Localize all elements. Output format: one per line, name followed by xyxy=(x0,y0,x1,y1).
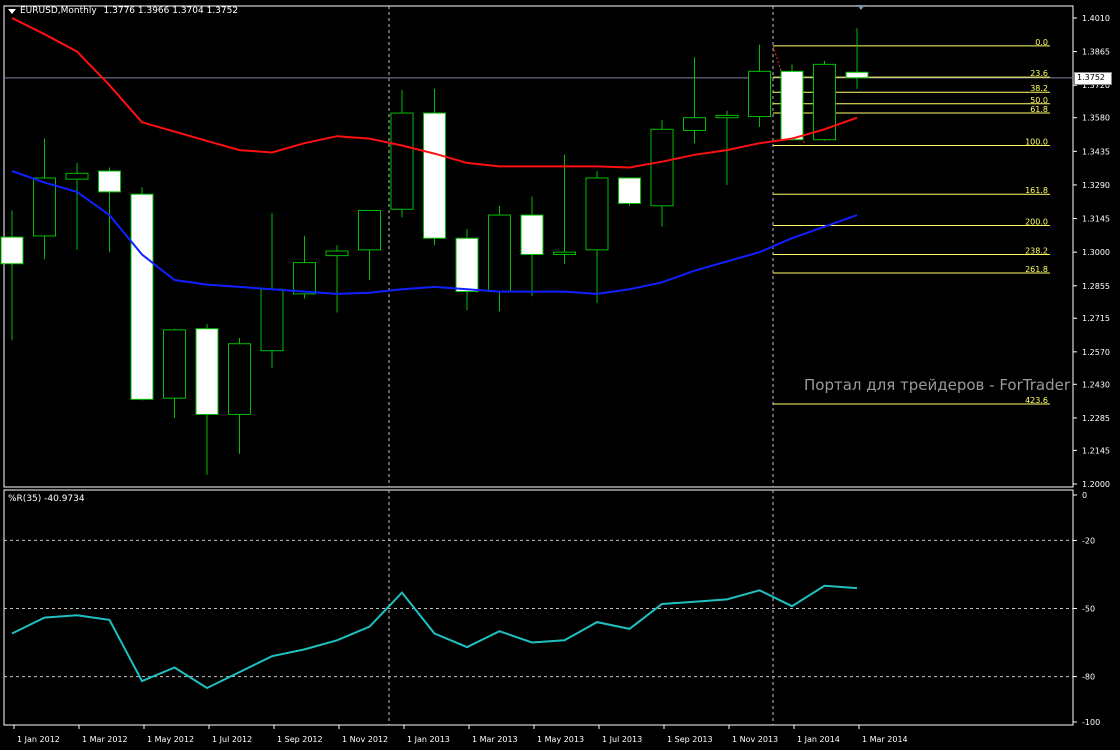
y-tick-label: 1.2570 xyxy=(1082,348,1110,357)
fib-level-label: 200.0 xyxy=(1025,217,1048,226)
fib-level-label: 100.0 xyxy=(1025,138,1048,147)
watermark: Портал для трейдеров - ForTrader.ru xyxy=(804,376,1070,394)
y-tick-label: 1.3865 xyxy=(1082,48,1110,57)
candle-body-bull xyxy=(358,209,381,251)
candle-body-bear xyxy=(780,70,804,141)
x-tick-label: 1 Jan 2012 xyxy=(17,735,60,744)
y-tick-label: 1.3290 xyxy=(1082,181,1110,190)
indicator-tick-label: 0 xyxy=(1082,491,1087,500)
y-tick-label: 1.2430 xyxy=(1082,380,1110,389)
y-tick-label: 1.3435 xyxy=(1082,147,1110,156)
fib-level-label: 423.6 xyxy=(1025,396,1048,405)
fib-level-label: 0.0 xyxy=(1035,38,1048,47)
candle-body-bear xyxy=(845,71,869,79)
fib-level-label: 238.2 xyxy=(1025,246,1048,255)
chart-window[interactable]: 1.4010 1.3865 1.3720 1.3580 1.3435 1.3290 1.31… xyxy=(0,0,1120,750)
fib-level-label: 261.8 xyxy=(1025,265,1048,274)
indicator-tick-label: -20 xyxy=(1082,536,1095,545)
candle-body-bull xyxy=(585,177,609,251)
williams-r-line xyxy=(11,584,858,690)
symbol-label: EURUSD,Monthly xyxy=(20,6,97,16)
indicator-panel-frame xyxy=(3,489,1074,726)
candle-body-bull xyxy=(748,70,771,118)
y-tick-label: 1.3580 xyxy=(1082,114,1110,123)
candle-body-bull xyxy=(228,343,251,415)
candle-body-bull xyxy=(260,288,284,352)
fib-level-label: 50.0 xyxy=(1030,96,1048,105)
candle-body-bull xyxy=(390,112,414,210)
candle-body-bear xyxy=(195,328,219,415)
y-tick-label: 1.2145 xyxy=(1082,446,1110,455)
x-tick-label: 1 Jan 2014 xyxy=(797,735,840,744)
candle-body-bull xyxy=(553,251,576,255)
x-tick-label: 1 Nov 2013 xyxy=(732,735,778,744)
current-price-tag-text: 1.3752 xyxy=(1077,73,1105,82)
y-tick-label: 1.2000 xyxy=(1082,480,1110,489)
indicator-tick-label: -50 xyxy=(1082,605,1095,614)
candle-body-bull xyxy=(715,114,739,119)
header-symbol: EURUSD,Monthly 1.3776 1.3966 1.3704 1.37… xyxy=(20,6,238,16)
candle-body-bull xyxy=(325,250,349,257)
y-tick-label: 1.2855 xyxy=(1082,282,1110,291)
candle-body-bull xyxy=(163,329,186,399)
fib-level-label: 38.2 xyxy=(1030,84,1048,93)
y-tick-label: 1.3145 xyxy=(1082,215,1110,224)
candle-body-bull xyxy=(683,117,706,131)
y-tick-label: 1.2715 xyxy=(1082,314,1110,323)
x-tick-label: 1 Jan 2013 xyxy=(407,735,450,744)
fib-level-label: 161.8 xyxy=(1025,186,1048,195)
candle-body-bull xyxy=(33,177,56,237)
indicator-tick-label: -80 xyxy=(1082,673,1095,682)
header-dropdown-icon[interactable] xyxy=(8,9,16,14)
x-tick-label: 1 Sep 2012 xyxy=(277,735,323,744)
y-tick-label: 1.4010 xyxy=(1082,14,1110,23)
fib-level-label: 23.6 xyxy=(1030,69,1048,78)
x-tick-label: 1 May 2012 xyxy=(147,735,194,744)
fib-level-label: 61.8 xyxy=(1030,105,1048,114)
indicator-tick-label: -100 xyxy=(1082,718,1100,727)
candle-body-bear xyxy=(455,237,479,293)
x-tick-label: 1 Jul 2013 xyxy=(602,735,642,744)
x-tick-label: 1 Nov 2012 xyxy=(342,735,388,744)
x-tick-label: 1 Sep 2013 xyxy=(667,735,713,744)
candle-body-bull xyxy=(488,214,511,293)
x-tick-label: 1 Mar 2013 xyxy=(472,735,518,744)
candle-body-bear xyxy=(98,170,121,193)
x-tick-label: 1 Mar 2014 xyxy=(862,735,908,744)
ohlc-label: 1.3776 1.3966 1.3704 1.3752 xyxy=(103,6,239,16)
candle-body-bear xyxy=(0,236,24,265)
y-tick-label: 1.3000 xyxy=(1082,248,1110,257)
candle-body-bear xyxy=(423,112,446,239)
x-tick-label: 1 May 2013 xyxy=(537,735,584,744)
x-tick-label: 1 Mar 2012 xyxy=(82,735,128,744)
candle-body-bear xyxy=(520,214,544,255)
x-tick-label: 1 Jul 2012 xyxy=(212,735,252,744)
candle-body-bear xyxy=(130,193,154,400)
price-chart[interactable]: 1.40101.38651.37201.35801.34351.32901.31… xyxy=(0,0,1120,750)
candle-body-bull xyxy=(650,128,674,207)
indicator-label: %R(35) -40.9734 xyxy=(8,494,85,504)
candle-body-bull xyxy=(65,172,89,180)
candle-body-bear xyxy=(618,177,641,204)
chart-shift-marker xyxy=(857,5,865,10)
candle-body-bull xyxy=(293,262,316,295)
y-tick-label: 1.2285 xyxy=(1082,414,1110,423)
